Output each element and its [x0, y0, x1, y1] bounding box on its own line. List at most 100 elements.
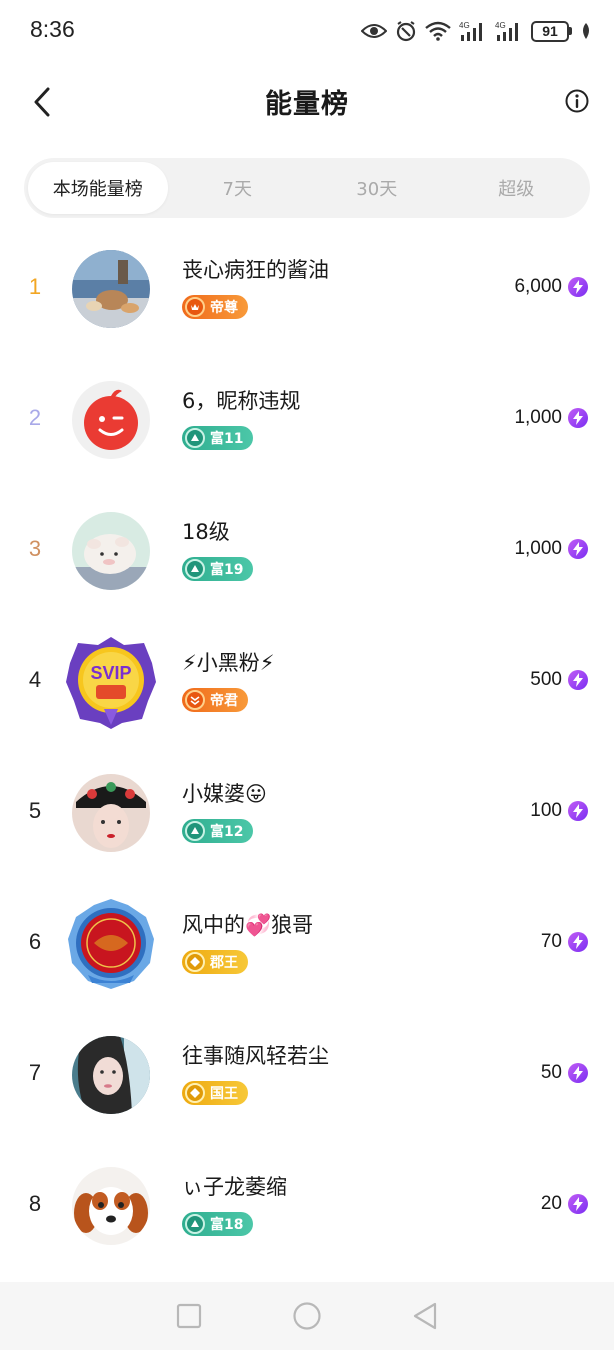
badge-label: 富12 — [210, 824, 244, 840]
badge-label: 国王 — [210, 1086, 238, 1102]
rank-number: 7 — [28, 1060, 42, 1085]
wealth-badge-icon — [185, 1214, 205, 1234]
level-badge: 帝君 — [182, 688, 248, 712]
energy-bolt-icon — [568, 1063, 588, 1083]
user-name: ぃ子龙萎缩 — [182, 1175, 287, 1199]
badge-label: 帝尊 — [210, 300, 238, 316]
badge-label: 富11 — [210, 431, 244, 447]
svip-avatar[interactable]: SVIP — [64, 635, 158, 729]
medallion-avatar[interactable] — [64, 897, 158, 991]
recent-apps-button[interactable] — [169, 1296, 209, 1336]
svg-text:4G: 4G — [495, 21, 506, 30]
avatar[interactable] — [72, 774, 150, 852]
ranking-row[interactable]: 3 18级 富19 1,000 — [0, 486, 614, 617]
energy-score: 500 — [530, 669, 588, 691]
tab-super[interactable]: 超级 — [447, 162, 587, 214]
rank-number: 1 — [28, 274, 42, 299]
score-value: 6,000 — [514, 276, 562, 297]
tab-30-days[interactable]: 30天 — [307, 162, 447, 214]
badge-label: 富18 — [210, 1217, 244, 1233]
energy-score: 100 — [530, 800, 588, 822]
diamond-badge-icon — [185, 952, 205, 972]
status-time: 8:36 — [30, 16, 75, 42]
energy-score: 50 — [541, 1062, 588, 1084]
rank-number: 2 — [28, 405, 42, 430]
score-value: 1,000 — [514, 407, 562, 428]
badge-label: 郡王 — [210, 955, 238, 971]
ranking-row[interactable]: 7 往事随风轻若尘 国王 50 — [0, 1010, 614, 1141]
ranking-row[interactable]: 8 ぃ子龙萎缩 富18 20 — [0, 1141, 614, 1272]
avatar[interactable] — [72, 1036, 150, 1114]
wealth-badge-icon — [185, 559, 205, 579]
signal-4g-icon: 4G — [495, 20, 523, 42]
badge-label: 帝君 — [210, 693, 238, 709]
signal-4g-icon: 4G — [459, 20, 487, 42]
svg-text:SVIP: SVIP — [90, 663, 131, 683]
rank-number: 4 — [28, 667, 42, 692]
home-button[interactable] — [287, 1296, 327, 1336]
wifi-icon — [425, 21, 451, 41]
rank-number: 5 — [28, 798, 42, 823]
user-name: 丧心病狂的酱油 — [182, 258, 329, 282]
crown-badge-icon — [185, 297, 205, 317]
energy-bolt-icon — [568, 277, 588, 297]
energy-bolt-icon — [568, 408, 588, 428]
ranking-row[interactable]: 5 小媒婆😛 富12 100 — [0, 748, 614, 879]
level-badge: 郡王 — [182, 950, 248, 974]
back-nav-button[interactable] — [405, 1296, 445, 1336]
level-badge: 富18 — [182, 1212, 254, 1236]
info-button[interactable] — [564, 88, 590, 114]
svg-text:4G: 4G — [459, 21, 470, 30]
rank-number: 8 — [28, 1191, 42, 1216]
level-badge: 富19 — [182, 557, 254, 581]
system-nav-bar — [0, 1282, 614, 1350]
level-badge: 帝尊 — [182, 295, 248, 319]
avatar[interactable] — [72, 381, 150, 459]
level-badge: 富11 — [182, 426, 254, 450]
header: 能量榜 — [0, 62, 614, 142]
score-value: 500 — [530, 669, 562, 690]
wealth-badge-icon — [185, 428, 205, 448]
period-tabs: 本场能量榜 7天 30天 超级 — [24, 158, 590, 218]
score-value: 1,000 — [514, 538, 562, 559]
triangle-back-icon — [413, 1302, 437, 1330]
ranking-list: 1 丧心病狂的酱油 帝尊 6,000 2 6，昵称违规 富11 1,000 3 … — [0, 224, 614, 1272]
user-name: 往事随风轻若尘 — [182, 1044, 329, 1068]
rank-number: 3 — [28, 536, 42, 561]
alarm-icon — [395, 20, 417, 42]
tab-current-session[interactable]: 本场能量榜 — [28, 162, 168, 214]
wealth-badge-icon — [185, 821, 205, 841]
score-value: 70 — [540, 931, 562, 952]
energy-bolt-icon — [568, 932, 588, 952]
ranking-row[interactable]: 1 丧心病狂的酱油 帝尊 6,000 — [0, 224, 614, 355]
score-value: 100 — [530, 800, 562, 821]
level-badge: 国王 — [182, 1081, 248, 1105]
info-circle-icon — [565, 89, 589, 113]
score-value: 20 — [540, 1193, 562, 1214]
avatar[interactable] — [72, 1167, 150, 1245]
energy-bolt-icon — [568, 1194, 588, 1214]
user-name: 18级 — [182, 520, 230, 544]
crown-badge-icon — [185, 690, 205, 710]
page-title: 能量榜 — [265, 89, 349, 120]
eye-icon — [361, 22, 387, 40]
tab-7-days[interactable]: 7天 — [168, 162, 308, 214]
energy-bolt-icon — [568, 539, 588, 559]
ranking-row[interactable]: 4 SVIP ⚡小黑粉⚡ 帝君 500 — [0, 617, 614, 748]
level-badge: 富12 — [182, 819, 254, 843]
avatar[interactable] — [72, 250, 150, 328]
user-name: 风中的💞狼哥 — [182, 913, 314, 937]
badge-label: 富19 — [210, 562, 244, 578]
energy-score: 20 — [541, 1193, 588, 1215]
energy-bolt-icon — [568, 670, 588, 690]
score-value: 50 — [540, 1062, 562, 1083]
circle-icon — [293, 1302, 321, 1330]
avatar[interactable] — [72, 512, 150, 590]
ranking-row[interactable]: 6 风中的💞狼哥 郡王 70 — [0, 879, 614, 1010]
battery-icon: 91 — [531, 20, 572, 42]
ranking-row[interactable]: 2 6，昵称违规 富11 1,000 — [0, 355, 614, 486]
energy-score: 1,000 — [514, 407, 588, 429]
square-icon — [176, 1303, 202, 1329]
user-name: 6，昵称违规 — [182, 389, 301, 413]
status-bar: 8:36 4G 4G 91 — [0, 0, 614, 62]
